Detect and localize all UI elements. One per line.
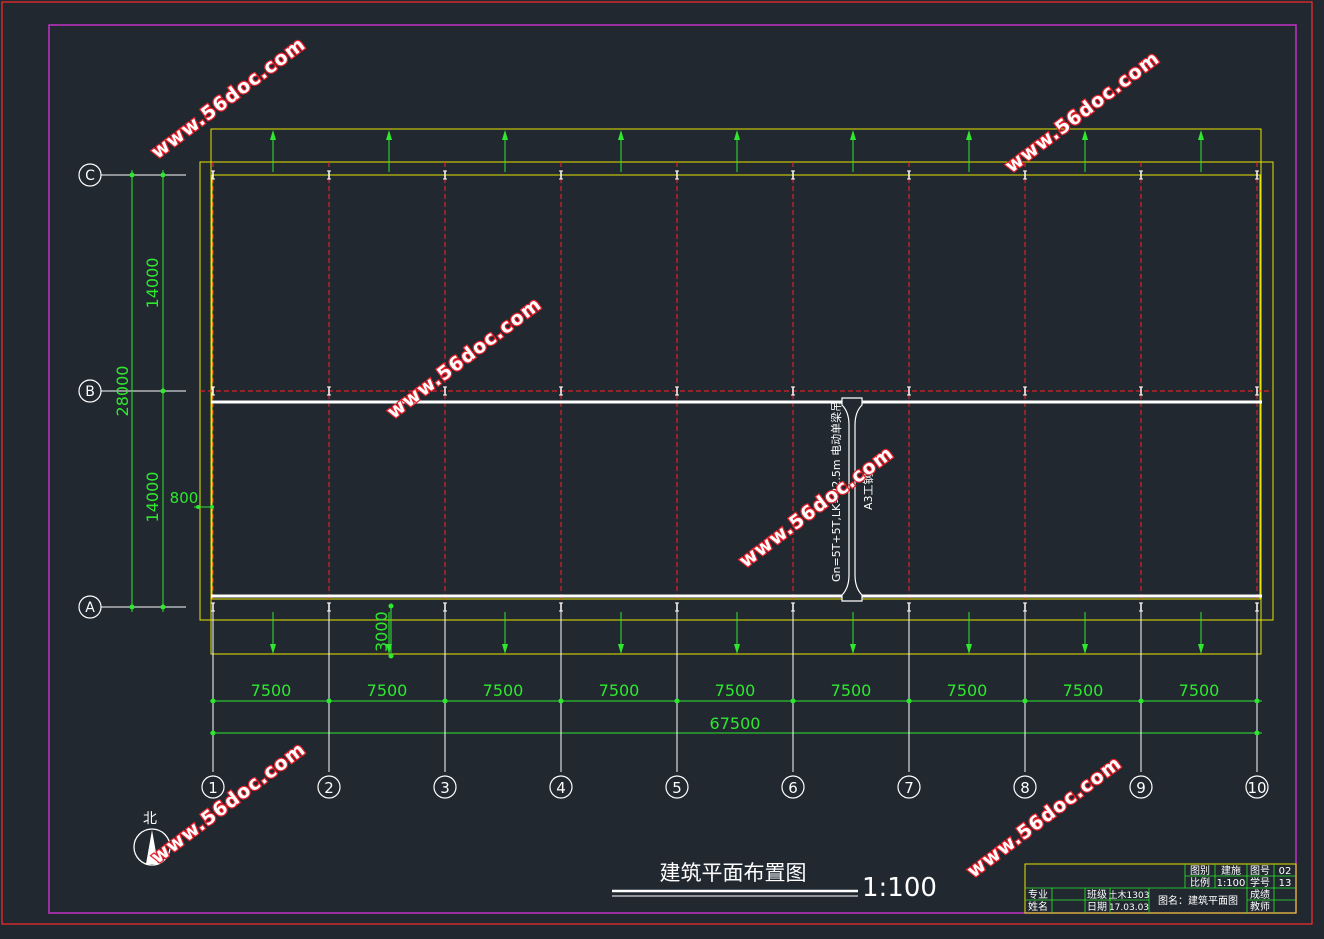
- axis-label: 5: [672, 779, 682, 797]
- drawing-title: 建筑平面布置图: [660, 861, 807, 885]
- dim-tick: [1022, 698, 1028, 704]
- bay-dim-text: 7500: [483, 681, 524, 700]
- dim-tick: [160, 388, 166, 394]
- tb-grade-label: 成绩: [1250, 888, 1270, 901]
- tb-row2-2: 学号: [1250, 876, 1270, 889]
- bay-dim-text: 7500: [1179, 681, 1220, 700]
- tb-row2-0: 比例: [1190, 876, 1210, 889]
- tb-date-label: 日期: [1087, 901, 1107, 913]
- tb-class-value: 土木1303: [1109, 889, 1150, 901]
- dim-tick: [674, 698, 680, 704]
- axis-label: 1: [208, 779, 218, 797]
- tb-drawing-name: 图名：建筑平面图: [1158, 894, 1238, 907]
- tb-row1-1: 建施: [1221, 864, 1241, 877]
- axis-label: 8: [1020, 779, 1030, 797]
- tb-row1-2: 图号: [1250, 865, 1270, 877]
- tb-row2-1: 1:100: [1217, 878, 1246, 889]
- bay-dim-text: 7500: [599, 681, 640, 700]
- dim-tick: [1254, 698, 1260, 704]
- dim-tick: [160, 172, 166, 178]
- axis-label: C: [85, 168, 95, 184]
- axis-label: 10: [1247, 779, 1266, 797]
- dim-tick: [442, 698, 448, 704]
- bay-dim-text: 7500: [831, 681, 872, 700]
- total-width-text: 28000: [113, 366, 132, 417]
- axis-label: 7: [904, 779, 914, 797]
- dim-tick: [129, 172, 135, 178]
- canopy-dimension: 3000: [372, 603, 394, 659]
- total-length-text: 67500: [710, 714, 761, 733]
- tb-row1-3: 02: [1279, 866, 1292, 877]
- tb-class-label: 班级: [1087, 889, 1107, 901]
- span-upper-text: 14000: [143, 258, 162, 309]
- drawing-scale: 1:100: [862, 873, 937, 903]
- tb-teacher-label: 教师: [1250, 900, 1270, 913]
- axis-label: A: [85, 600, 95, 616]
- cad-drawing: 7500 7500 7500 7500 7500 7500 7500 7500 75006750…: [0, 0, 1324, 939]
- dim-tick: [906, 698, 912, 704]
- axis-label: B: [85, 384, 95, 400]
- offset-dim-text: 800: [170, 489, 199, 507]
- axis-label: 9: [1136, 779, 1146, 797]
- tb-major-label: 专业: [1028, 888, 1048, 901]
- span-lower-text: 14000: [143, 472, 162, 523]
- dim-tick: [790, 698, 796, 704]
- north-label: 北: [143, 811, 157, 827]
- axis-label: 6: [788, 779, 798, 797]
- dim-tick: [210, 505, 214, 509]
- bay-dim-text: 7500: [947, 681, 988, 700]
- dim-tick: [326, 698, 332, 704]
- dim-tick: [1138, 698, 1144, 704]
- dim-tick: [210, 698, 216, 704]
- bay-dim-text: 7500: [1063, 681, 1104, 700]
- tb-row1-0: 图别: [1190, 865, 1210, 877]
- dim-tick: [160, 604, 166, 610]
- dim-tick: [1254, 730, 1260, 736]
- axis-label: 4: [556, 779, 566, 797]
- axis-label: 3: [440, 779, 450, 797]
- tb-row2-3: 13: [1279, 878, 1292, 889]
- dim-tick: [129, 604, 135, 610]
- canopy-dim-text: 3000: [372, 611, 391, 652]
- axis-label: 2: [324, 779, 334, 797]
- dim-tick: [558, 698, 564, 704]
- tb-date-value: 17.03.03: [1109, 903, 1149, 913]
- dim-tick: [210, 730, 216, 736]
- tb-name-label: 姓名: [1028, 900, 1048, 913]
- bay-dim-text: 7500: [715, 681, 756, 700]
- bay-dim-text: 7500: [251, 681, 292, 700]
- bay-dim-text: 7500: [367, 681, 408, 700]
